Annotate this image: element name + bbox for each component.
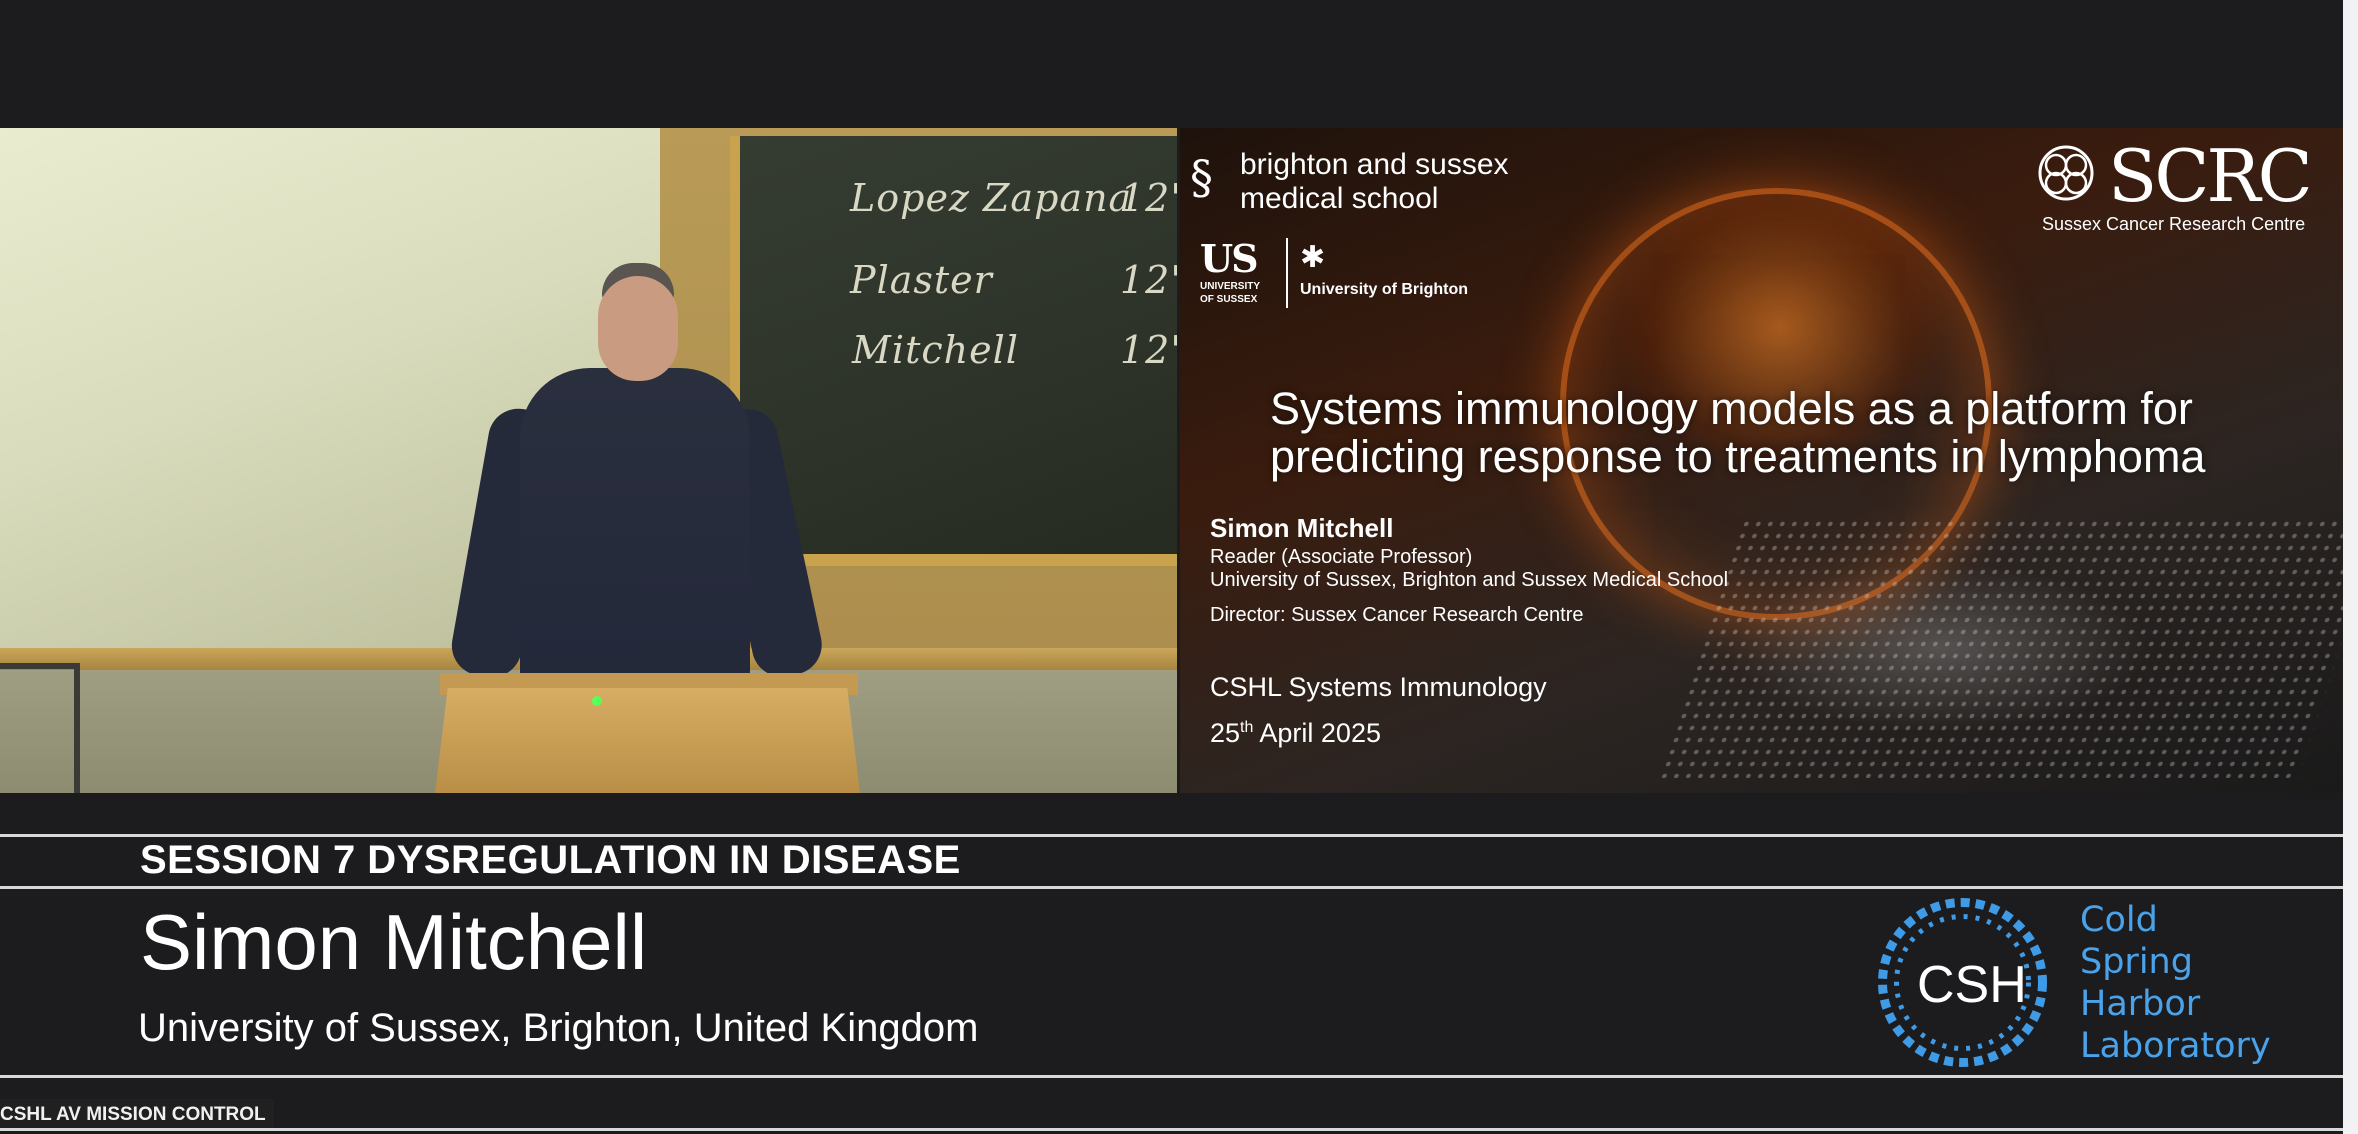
bsms-logo-icon: §: [1190, 150, 1213, 204]
slide-title-line1: Systems immunology models as a platform …: [1270, 383, 2193, 434]
session-title: SESSION 7 DYSREGULATION IN DISEASE: [140, 838, 961, 882]
slide-event-name: CSHL Systems Immunology: [1210, 672, 1547, 702]
logo-divider: [1286, 238, 1288, 308]
chalkboard-time: 12': [1120, 328, 1177, 372]
presenter-name: Simon Mitchell: [140, 898, 648, 986]
chalkboard-line: Plaster: [850, 258, 993, 302]
top-letterbox: [0, 0, 2358, 128]
lower-third-rule: [0, 1075, 2343, 1078]
bsms-logo-line1: brighton and sussex: [1240, 148, 1509, 181]
slide-speaker-director: Director: Sussex Cancer Research Centre: [1210, 604, 1584, 626]
speaker-figure: [520, 368, 750, 698]
bottom-rule: [0, 1128, 2343, 1131]
scrc-logo-name: SCRC: [2108, 134, 2313, 218]
uos-logo-mark: US: [1200, 236, 1259, 281]
cshl-logo-line: Harbor: [2080, 984, 2201, 1024]
slide-event-date: 25th April 2025: [1210, 718, 1381, 748]
podium: [435, 688, 860, 793]
chalkboard-line: Mitchell: [852, 328, 1019, 372]
chalkboard-line: Lopez Zapana: [850, 176, 1133, 220]
camera-feed: Lopez Zapana 12' Plaster 12' Mitchell 12…: [0, 128, 1177, 793]
slide-speaker-affiliation: University of Sussex, Brighton and Susse…: [1210, 569, 1729, 591]
asterisk-icon: ✱: [1300, 241, 1326, 274]
chalkboard-time: 12': [1120, 258, 1177, 302]
mic-indicator-light: [592, 696, 602, 706]
av-control-label: CSHL AV MISSION CONTROL: [0, 1099, 274, 1131]
bsms-logo-line2: medical school: [1240, 182, 1439, 215]
slide-speaker-role: Reader (Associate Professor): [1210, 546, 1473, 568]
csh-logo-text: CSH: [1917, 956, 2027, 1014]
presentation-slide: § brighton and sussex medical school US …: [1180, 128, 2343, 793]
chalkboard: Lopez Zapana 12' Plaster 12' Mitchell 12…: [730, 136, 1177, 566]
presenter-affiliation: University of Sussex, Brighton, United K…: [138, 1006, 979, 1050]
cshl-logo-line: Spring: [2080, 942, 2193, 982]
uos-logo-sub1: UNIVERSITY: [1200, 281, 1261, 292]
chalkboard-time: 12': [1120, 176, 1177, 220]
uob-logo-label: University of Brighton: [1300, 281, 1469, 298]
slide-title-line2: predicting response to treatments in lym…: [1270, 431, 2206, 482]
cshl-logo-line: Cold: [2080, 900, 2158, 940]
lower-third-rule: [0, 834, 2343, 837]
stair-railing: [0, 663, 80, 793]
scrc-cells-icon: [2038, 145, 2094, 201]
slide-speaker-name: Simon Mitchell: [1210, 513, 1394, 543]
window-edge-strip: [2343, 0, 2358, 1134]
uos-logo-sub2: OF SUSSEX: [1200, 294, 1258, 305]
lower-third-rule: [0, 886, 2343, 889]
cshl-logo-line: Laboratory: [2080, 1026, 2271, 1066]
scrc-logo-subtitle: Sussex Cancer Research Centre: [2042, 214, 2306, 234]
slide-background-circuit: [1657, 518, 2343, 778]
speaker-head: [598, 276, 678, 381]
